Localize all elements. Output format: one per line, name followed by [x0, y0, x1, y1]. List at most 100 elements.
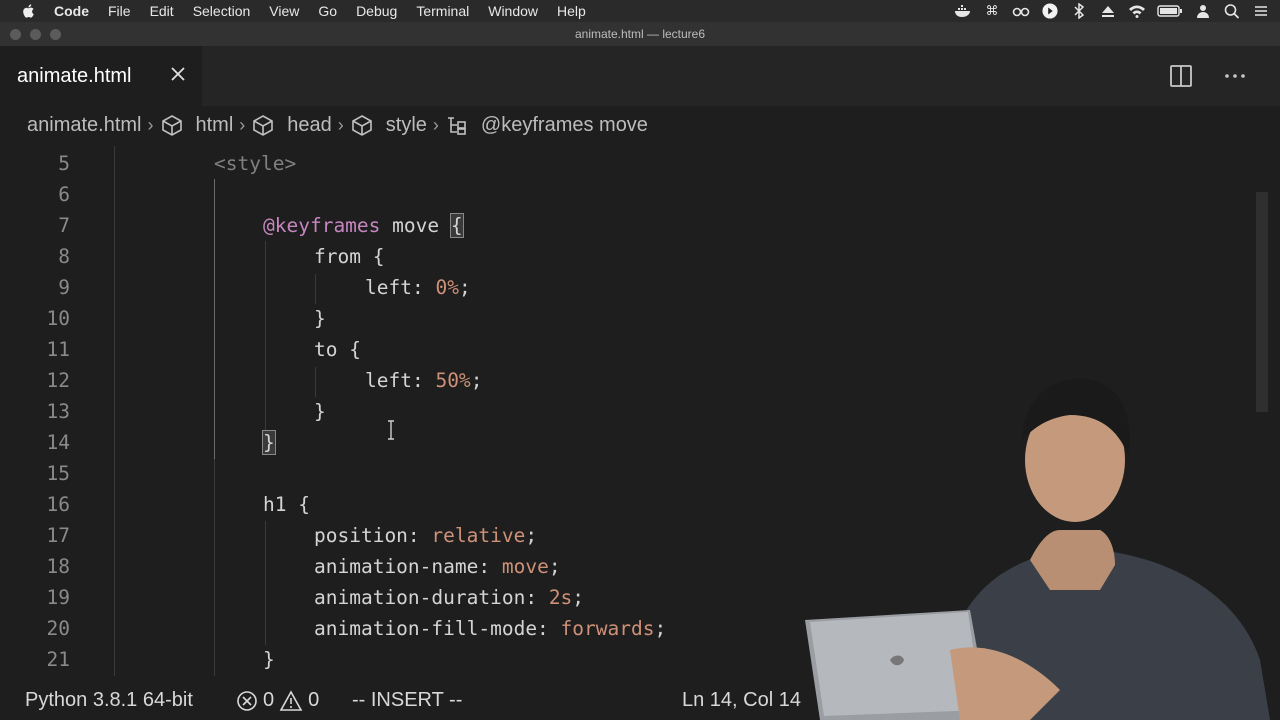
breadcrumb-html[interactable]: html	[160, 114, 233, 137]
battery-icon[interactable]	[1157, 3, 1183, 19]
eject-icon[interactable]	[1099, 3, 1117, 19]
python-interpreter[interactable]: Python 3.8.1 64-bit	[25, 689, 193, 712]
chevron-right-icon: ›	[147, 114, 154, 135]
property: animation-name:	[314, 555, 502, 578]
cube-icon	[351, 115, 372, 136]
line-number: 12	[46, 369, 70, 392]
chevron-right-icon: ›	[239, 114, 246, 135]
list-icon[interactable]	[1252, 3, 1270, 19]
warning-count: 0	[308, 689, 320, 711]
value: 0%	[435, 276, 459, 299]
window-title-bar: animate.html — lecture6	[0, 22, 1280, 46]
breadcrumb-file[interactable]: animate.html	[27, 114, 142, 137]
window-title: animate.html — lecture6	[574, 27, 706, 41]
menu-selection[interactable]: Selection	[193, 3, 251, 19]
breadcrumb-label: head	[287, 113, 332, 136]
chevron-right-icon: ›	[432, 114, 439, 135]
error-icon	[237, 690, 257, 711]
breadcrumb-style[interactable]: style	[350, 114, 427, 137]
macos-menu-bar: Code File Edit Selection View Go Debug T…	[0, 0, 1280, 22]
code-line: 10 }	[0, 303, 1240, 334]
property: left:	[365, 276, 436, 299]
text-cursor-icon	[388, 420, 394, 440]
menu-window[interactable]: Window	[488, 3, 538, 19]
property: animation-fill-mode:	[314, 617, 561, 640]
code-text: animation-fill-mode: forwards;	[314, 617, 666, 640]
value: 50%	[435, 369, 471, 392]
semicolon: ;	[470, 369, 483, 392]
property: animation-duration:	[314, 586, 549, 609]
docker-icon[interactable]	[954, 3, 972, 19]
tab-label: animate.html	[17, 64, 132, 87]
matched-bracket: }	[262, 430, 276, 455]
code-text: to {	[314, 338, 361, 361]
play-circle-icon[interactable]	[1041, 3, 1059, 19]
menu-app-name[interactable]: Code	[54, 3, 89, 19]
breadcrumb-keyframes[interactable]: @keyframes move	[445, 114, 648, 137]
close-icon[interactable]	[168, 64, 188, 84]
breadcrumb: animate.html › html › head › style › @ke…	[0, 106, 1280, 144]
code-text: @keyframes move {	[263, 213, 464, 238]
bluetooth-icon[interactable]	[1070, 3, 1088, 19]
menu-go[interactable]: Go	[318, 3, 337, 19]
menu-file[interactable]: File	[108, 3, 131, 19]
breadcrumb-head[interactable]: head	[251, 114, 332, 137]
value: relative	[431, 524, 526, 547]
breadcrumb-label: style	[385, 113, 427, 136]
breadcrumb-label: @keyframes move	[480, 113, 648, 136]
value: forwards	[560, 617, 655, 640]
error-count: 0	[263, 689, 275, 711]
glasses-icon[interactable]	[1012, 3, 1030, 19]
line-number: 20	[46, 617, 70, 640]
code-line: 6	[0, 179, 1240, 210]
semicolon: ;	[572, 586, 585, 609]
code-text: animation-duration: 2s;	[314, 586, 584, 609]
cursor-position[interactable]: Ln 14, Col 14	[682, 689, 801, 712]
menu-bar-tray: ⌘	[954, 0, 1270, 22]
value: move	[501, 555, 549, 578]
semicolon: ;	[525, 524, 538, 547]
semicolon: ;	[654, 617, 667, 640]
line-number: 21	[46, 648, 70, 671]
line-number: 13	[46, 400, 70, 423]
menu-edit[interactable]: Edit	[150, 3, 174, 19]
editor-tab-bar: animate.html	[0, 46, 1280, 106]
vim-mode: -- INSERT --	[352, 689, 463, 711]
line-number: 11	[46, 338, 70, 361]
matched-bracket: {	[449, 213, 464, 238]
line-number: 7	[58, 214, 70, 237]
cube-icon	[253, 115, 274, 136]
code-text: }	[314, 307, 326, 330]
at-rule: @keyframes	[263, 214, 381, 237]
code-text: h1 {	[263, 493, 310, 516]
code-line: 7 @keyframes move {	[0, 210, 1240, 241]
menu-debug[interactable]: Debug	[356, 3, 397, 19]
code-text: left: 0%;	[365, 276, 471, 299]
menu-help[interactable]: Help	[557, 3, 586, 19]
apple-icon[interactable]	[20, 3, 38, 19]
wifi-icon[interactable]	[1128, 3, 1146, 19]
user-icon[interactable]	[1194, 3, 1212, 19]
tab-animate-html[interactable]: animate.html	[0, 46, 202, 106]
value: 2s	[548, 586, 573, 609]
line-number: 9	[58, 276, 70, 299]
menu-view[interactable]: View	[269, 3, 299, 19]
command-icon[interactable]: ⌘	[983, 3, 1001, 19]
code-text: }	[263, 648, 275, 671]
code-line: 8 from {	[0, 241, 1240, 272]
split-editor-icon[interactable]	[1168, 64, 1194, 88]
code-text: position: relative;	[314, 524, 537, 547]
search-icon[interactable]	[1223, 3, 1241, 19]
code-text: animation-name: move;	[314, 555, 561, 578]
presenter-video-overlay	[805, 379, 1270, 720]
line-number: 6	[58, 183, 70, 206]
code-line: 5 <style>	[0, 148, 1240, 179]
symbol-structure-icon	[447, 117, 466, 135]
line-number: 18	[46, 555, 70, 578]
code-line: 9 left: 0%;	[0, 272, 1240, 303]
menu-terminal[interactable]: Terminal	[416, 3, 469, 19]
problems-indicator[interactable]: 0 0	[236, 689, 319, 712]
code-text: <style>	[214, 152, 297, 175]
code-text: left: 50%;	[365, 369, 482, 392]
more-actions-icon[interactable]	[1222, 64, 1248, 88]
